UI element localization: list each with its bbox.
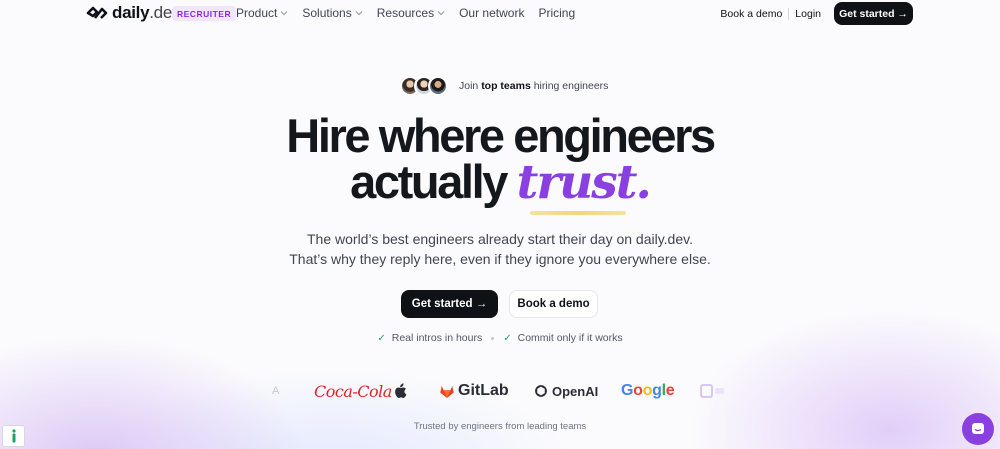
headline-line-2: actually trust.	[350, 155, 652, 210]
avatar-stack	[400, 75, 450, 97]
nav-solutions-label: Solutions	[302, 6, 352, 20]
nav-our-network-label: Our network	[459, 6, 525, 20]
customer-logos: A Coca-Cola GitLab OpenAI Google	[268, 378, 730, 404]
logos-caption: Trusted by engineers from leading teams	[413, 421, 587, 432]
avatar	[428, 76, 448, 96]
header-actions: Book a demo Login Get started →	[720, 2, 913, 25]
main-nav: Product Solutions Resources Our network …	[236, 6, 589, 20]
chat-icon	[972, 423, 984, 434]
feature-label: Real intros in hours	[391, 332, 483, 344]
feature-list: ✓ Real intros in hours ✓ Commit only if …	[0, 332, 1000, 344]
nav-product[interactable]: Product	[236, 6, 288, 20]
check-icon: ✓	[503, 332, 512, 344]
coca-cola-logo: Coca-Cola	[314, 381, 392, 401]
openai-icon	[535, 385, 547, 397]
check-icon: ✓	[377, 332, 386, 344]
nav-resources-label: Resources	[376, 6, 435, 20]
accessibility-icon	[11, 429, 16, 443]
login-link[interactable]: Login	[795, 8, 821, 20]
apple-logo-icon	[393, 378, 407, 404]
book-demo-link[interactable]: Book a demo	[720, 8, 782, 20]
gitlab-logo: GitLab	[440, 378, 509, 404]
hero-cta-group: Get started → Book a demo	[401, 290, 598, 318]
social-proof-text: Join top teams hiring engineers	[459, 80, 609, 92]
faded-logo-icon	[700, 378, 726, 404]
nav-solutions[interactable]: Solutions	[302, 6, 363, 20]
feature-item: ✓ Commit only if it works	[503, 332, 622, 344]
nav-resources[interactable]: Resources	[377, 6, 445, 20]
chevron-down-icon	[280, 11, 288, 16]
headline-accent: trust.	[516, 155, 652, 210]
feature-label: Commit only if it works	[517, 332, 623, 344]
nav-our-network[interactable]: Our network	[459, 6, 524, 20]
headline-line-1: Hire where engineers	[286, 109, 716, 162]
subtext-line-1: The world’s best engineers already start…	[307, 231, 693, 247]
divider	[788, 7, 790, 20]
top-navbar: daily.dev RECRUITER Product Solutions Re…	[0, 0, 1000, 27]
nav-pricing-label: Pricing	[538, 6, 576, 20]
book-demo-button[interactable]: Book a demo	[509, 290, 598, 318]
social-proof: Join top teams hiring engineers	[400, 75, 608, 97]
header-get-started-button[interactable]: Get started →	[834, 2, 913, 25]
chat-launcher-button[interactable]	[962, 413, 994, 445]
chevron-down-icon	[437, 11, 445, 16]
nav-pricing[interactable]: Pricing	[538, 6, 575, 20]
daily-dev-logo-icon	[86, 6, 108, 19]
subtext-line-2: That’s why they reply here, even if they…	[289, 251, 711, 267]
openai-logo: OpenAI	[534, 378, 598, 404]
accent-underline	[530, 211, 626, 215]
get-started-button[interactable]: Get started →	[401, 290, 498, 318]
nav-product-label: Product	[236, 6, 278, 20]
feature-item: ✓ Real intros in hours	[377, 332, 482, 344]
chevron-down-icon	[355, 11, 363, 16]
logo-wordmark: daily.dev	[112, 3, 181, 22]
google-logo: Google	[621, 382, 675, 399]
faded-logo: A	[272, 385, 280, 397]
recruiter-badge: RECRUITER	[172, 6, 237, 21]
logo[interactable]: daily.dev	[86, 3, 181, 22]
separator-dot	[491, 336, 495, 340]
gitlab-fox-icon	[440, 385, 454, 398]
accessibility-widget[interactable]	[2, 425, 25, 447]
